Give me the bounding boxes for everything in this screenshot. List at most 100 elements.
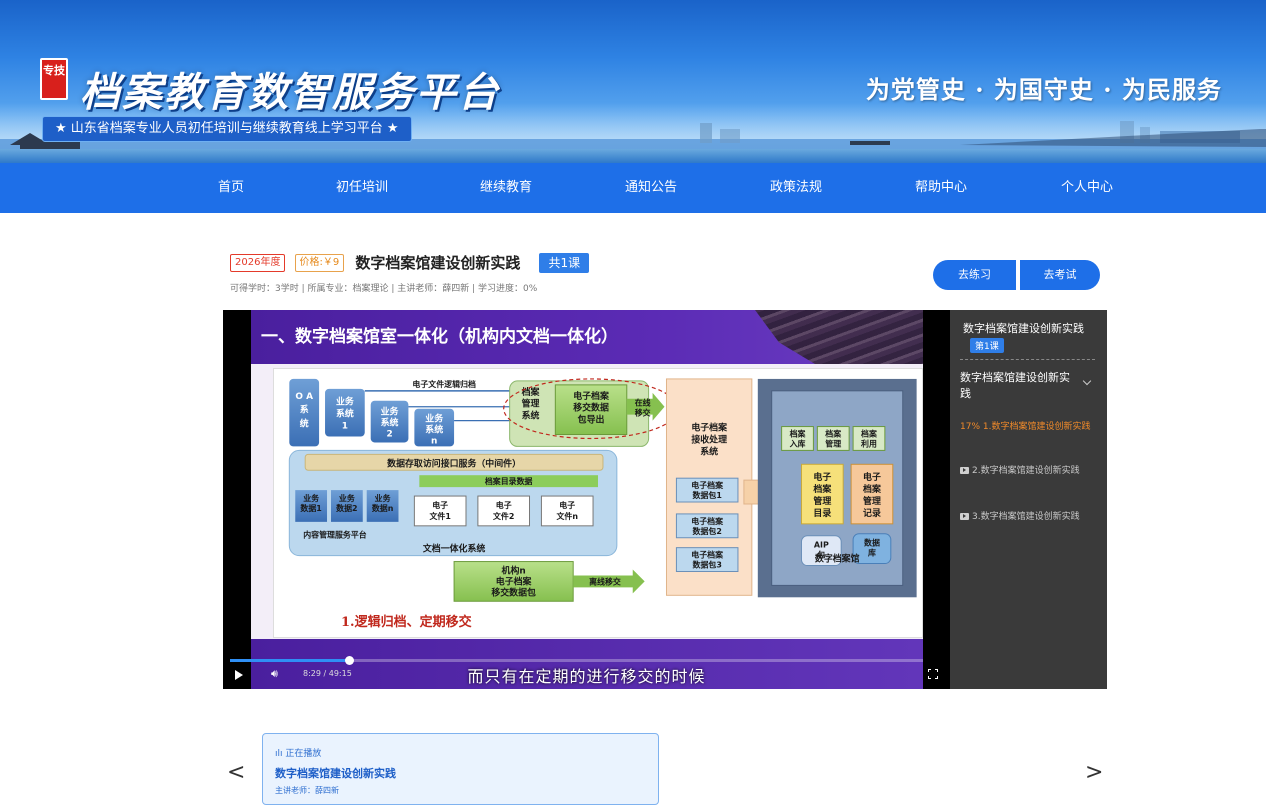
- playlist-item-1[interactable]: 17% 1.数字档案馆建设创新实践: [960, 420, 1098, 435]
- svg-text:电子: 电子: [496, 500, 512, 510]
- svg-text:系统: 系统: [522, 410, 540, 422]
- svg-text:系统: 系统: [425, 424, 443, 436]
- svg-text:2: 2: [386, 429, 392, 439]
- year-tag: 2026年度: [230, 253, 286, 272]
- roof-decoration: [755, 310, 923, 364]
- slide-title: 一、数字档案馆室一体化（机构内文档一体化）: [261, 327, 618, 347]
- svg-text:包导出: 包导出: [577, 414, 605, 426]
- svg-text:文件1: 文件1: [429, 511, 450, 521]
- svg-text:数据包3: 数据包3: [693, 560, 722, 570]
- svg-text:入库: 入库: [789, 438, 806, 448]
- svg-text:移交: 移交: [635, 408, 651, 418]
- slide-header: 一、数字档案馆室一体化（机构内文档一体化）: [251, 310, 923, 364]
- svg-text:n: n: [431, 436, 437, 446]
- nav-item-notices[interactable]: 通知公告: [625, 163, 677, 213]
- progress-bar[interactable]: [230, 656, 923, 665]
- svg-text:电子档案: 电子档案: [496, 575, 533, 587]
- carousel-next-button[interactable]: >: [1085, 760, 1103, 785]
- svg-text:文件2: 文件2: [493, 511, 514, 521]
- svg-text:管理: 管理: [813, 495, 831, 507]
- main-nav: 首页 初任培训 继续教育 通知公告 政策法规 帮助中心 个人中心: [0, 163, 1266, 213]
- practice-button[interactable]: 去练习: [933, 260, 1016, 290]
- svg-text:系统: 系统: [700, 445, 718, 457]
- svg-text:利用: 利用: [860, 438, 877, 448]
- svg-text:系: 系: [300, 404, 309, 416]
- svg-text:记录: 记录: [863, 507, 881, 519]
- svg-text:电子档案: 电子档案: [573, 390, 610, 402]
- video-icon: [960, 467, 969, 474]
- course-meta: 可得学时：3学时 | 所属专业：档案理论 | 主讲老师：薛四新 | 学习进度：0…: [230, 284, 538, 294]
- logic-archive-label: 电子文件逻辑归档: [412, 379, 476, 389]
- svg-text:档案: 档案: [825, 428, 842, 438]
- banner-water: [0, 149, 1266, 163]
- slide-caption: 1.逻辑归档、定期移交: [341, 615, 472, 630]
- chevron-down-icon[interactable]: [1082, 376, 1092, 386]
- svg-text:机构n: 机构n: [502, 564, 526, 576]
- playlist-item-3[interactable]: 3.数字档案馆建设创新实践: [960, 510, 1098, 525]
- svg-text:业务: 业务: [339, 493, 356, 503]
- site-logo-title[interactable]: 档案教育数智服务平台: [80, 60, 500, 118]
- logo-seal: 专技: [40, 58, 68, 100]
- nav-item-continuing-education[interactable]: 继续教育: [480, 163, 532, 213]
- video-subtitle: 而只有在定期的进行移交的时候: [467, 667, 706, 686]
- now-playing-card[interactable]: ılı 正在播放 数字档案馆建设创新实践 主讲老师：薛四新: [262, 733, 659, 805]
- archive-diagram: .t { font-family: "DejaVu Sans", sans-se…: [273, 368, 923, 638]
- course-playlist: 数字档案馆建设创新实践 第1课 数字档案馆建设创新实践 17% 1.数字档案馆建…: [950, 310, 1107, 689]
- nav-item-initial-training[interactable]: 初任培训: [336, 163, 388, 213]
- now-playing-teacher: 主讲老师：薛四新: [275, 786, 339, 795]
- nav-item-home[interactable]: 首页: [218, 163, 244, 213]
- svg-text:电子: 电子: [813, 471, 831, 483]
- svg-text:电子档案: 电子档案: [691, 516, 724, 526]
- carousel-prev-button[interactable]: <: [227, 760, 245, 785]
- svg-text:电子: 电子: [432, 500, 448, 510]
- svg-text:业务: 业务: [336, 396, 355, 408]
- svg-text:AIP: AIP: [814, 541, 829, 550]
- header-banner: 专技 档案教育数智服务平台 ★ 山东省档案专业人员初任培训与继续教育线上学习平台…: [0, 0, 1266, 163]
- svg-text:电子档案: 电子档案: [691, 422, 728, 434]
- svg-text:文档一体化系统: 文档一体化系统: [422, 543, 486, 555]
- svg-text:数据2: 数据2: [336, 503, 357, 513]
- svg-text:数据1: 数据1: [300, 503, 321, 513]
- svg-text:在线: 在线: [635, 398, 651, 408]
- svg-text:电子档案: 电子档案: [691, 480, 724, 490]
- slogan: 为党管史 · 为国守史 · 为民服务: [865, 75, 1222, 104]
- exam-button[interactable]: 去考试: [1020, 260, 1100, 290]
- now-playing-title: 数字档案馆建设创新实践: [275, 767, 396, 780]
- playlist-divider: [960, 359, 1095, 360]
- now-playing-label: ılı 正在播放: [275, 749, 322, 759]
- svg-text:电子: 电子: [863, 471, 881, 483]
- playlist-lesson-badge: 第1课: [970, 338, 1004, 353]
- video-frame: 一、数字档案馆室一体化（机构内文档一体化） .t { font-family: …: [251, 310, 923, 689]
- playlist-item-2[interactable]: 2.数字档案馆建设创新实践: [960, 464, 1098, 479]
- svg-text:电子档案: 电子档案: [691, 550, 724, 560]
- video-icon: [960, 513, 969, 520]
- svg-text:业务: 业务: [303, 493, 320, 503]
- svg-text:库: 库: [868, 548, 876, 558]
- svg-text:档案: 档案: [863, 483, 882, 495]
- svg-text:业务: 业务: [381, 406, 400, 418]
- svg-text:数据n: 数据n: [372, 503, 394, 513]
- svg-text:系统: 系统: [336, 408, 354, 420]
- playlist-course-title: 数字档案馆建设创新实践: [963, 322, 1084, 335]
- playlist-chapter[interactable]: 数字档案馆建设创新实践: [960, 370, 1080, 402]
- svg-text:数据包1: 数据包1: [693, 490, 722, 500]
- svg-text:离线移交: 离线移交: [589, 576, 621, 586]
- svg-text:移交数据包: 移交数据包: [491, 586, 536, 598]
- svg-text:数据存取访问接口服务（中间件）: 数据存取访问接口服务（中间件）: [387, 457, 521, 469]
- svg-text:业务: 业务: [425, 413, 444, 425]
- platform-subtitle: ★ 山东省档案专业人员初任培训与继续教育线上学习平台 ★: [42, 116, 412, 142]
- nav-item-help-center[interactable]: 帮助中心: [915, 163, 967, 213]
- svg-text:档案目录数据: 档案目录数据: [485, 476, 533, 486]
- svg-text:数字档案馆: 数字档案馆: [815, 553, 860, 565]
- nav-item-policies[interactable]: 政策法规: [770, 163, 822, 213]
- video-player[interactable]: 一、数字档案馆室一体化（机构内文档一体化） .t { font-family: …: [223, 310, 950, 689]
- svg-text:档案: 档案: [813, 483, 832, 495]
- nav-item-personal-center[interactable]: 个人中心: [1061, 163, 1113, 213]
- svg-text:电子: 电子: [559, 500, 575, 510]
- svg-text:档案: 档案: [861, 428, 878, 438]
- svg-text:管理: 管理: [522, 398, 540, 410]
- svg-text:数据包2: 数据包2: [693, 526, 722, 536]
- svg-text:档案: 档案: [790, 428, 807, 438]
- svg-text:统: 统: [300, 418, 309, 430]
- svg-text:目录: 目录: [813, 508, 831, 519]
